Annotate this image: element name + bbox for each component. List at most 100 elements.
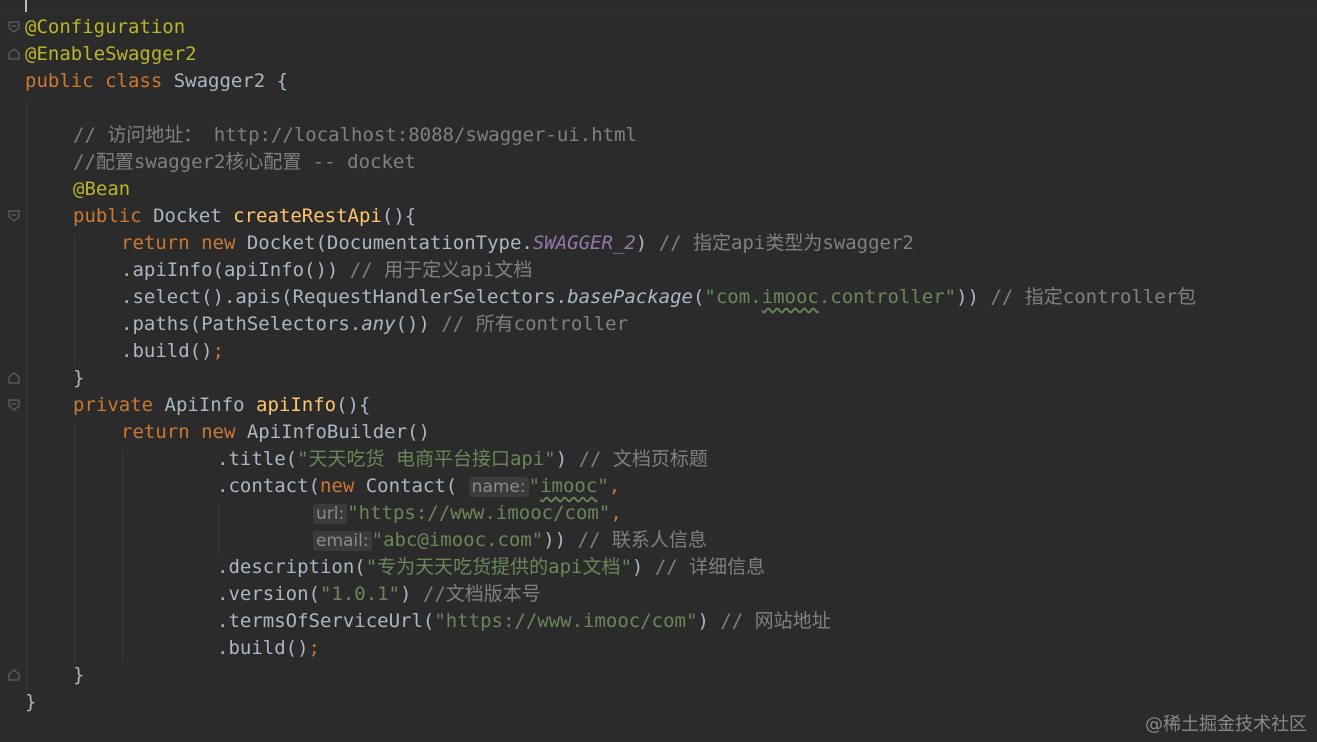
code-editor[interactable]: @Configuration @EnableSwagger2 public cl… — [0, 0, 1317, 742]
code-text: .description( — [217, 556, 366, 578]
annotation: @Bean — [73, 178, 131, 200]
parameter-hint: email: — [313, 531, 372, 551]
code-text: Docket(DocumentationType. — [235, 232, 533, 254]
indent-guide — [218, 505, 219, 555]
code-text: .apiInfo(apiInfo()) — [121, 259, 350, 281]
class-declaration: Swagger2 { — [162, 70, 289, 92]
code-line[interactable]: return new ApiInfoBuilder() — [121, 419, 430, 446]
code-text: )) — [543, 529, 578, 551]
code-line[interactable]: } — [25, 689, 36, 716]
closing-brace: } — [73, 367, 85, 389]
static-method: basePackage — [567, 286, 693, 308]
code-line[interactable]: @EnableSwagger2 — [25, 41, 197, 68]
string-literal: " — [528, 475, 541, 497]
string-literal: "天天吃货 电商平台接口api" — [297, 448, 556, 470]
code-line[interactable]: .apiInfo(apiInfo()) // 用于定义api文档 — [121, 257, 532, 284]
parameter-hint: url: — [313, 504, 348, 524]
code-text: .version( — [217, 583, 320, 605]
keyword: return — [121, 421, 190, 443]
code-text: .build() — [217, 637, 309, 659]
code-text: ()) — [395, 313, 442, 335]
code-line[interactable]: email: "abc@imooc.com")) // 联系人信息 — [313, 527, 707, 554]
code-text: ( — [692, 286, 705, 308]
code-line[interactable]: .title("天天吃货 电商平台接口api") // 文档页标题 — [217, 446, 708, 473]
code-text: (){ — [336, 394, 371, 416]
code-line[interactable]: //配置swagger2核心配置 -- docket — [73, 149, 416, 176]
code-line[interactable]: .description("专为天天吃货提供的api文档") // 详细信息 — [217, 554, 765, 581]
code-line[interactable]: url: "https://www.imooc/com", — [313, 500, 622, 527]
string-literal: "https://www.imooc/com" — [347, 502, 611, 524]
comma: , — [608, 475, 621, 497]
code-line[interactable]: } — [73, 365, 84, 392]
string-literal: " — [597, 475, 609, 497]
comment: //配置swagger2核心配置 -- docket — [73, 151, 416, 173]
code-text: .termsOfServiceUrl( — [217, 610, 435, 632]
keyword: new — [201, 421, 236, 443]
code-text: .select().apis(RequestHandlerSelectors. — [121, 286, 568, 308]
comment: // 访问地址： http://localhost:8088/swagger-u… — [73, 124, 637, 146]
indent-guide — [74, 235, 75, 365]
code-line[interactable]: .contact(new Contact( name: "imooc", — [217, 473, 620, 500]
string-literal: .controller" — [818, 286, 957, 308]
closing-brace: } — [25, 691, 37, 713]
type-name: Docket — [141, 205, 234, 227]
code-text: ) — [631, 556, 655, 578]
code-text: .paths(PathSelectors. — [121, 313, 362, 335]
closing-brace: } — [73, 664, 85, 686]
keyword: new — [201, 232, 236, 254]
code-line[interactable]: @Bean — [73, 176, 130, 203]
code-line[interactable]: .select().apis(RequestHandlerSelectors.b… — [121, 284, 1196, 311]
indent-guide — [26, 100, 27, 690]
constant: SWAGGER_2 — [532, 232, 636, 254]
typo-underline: imooc — [540, 475, 598, 497]
parameter-hint: name: — [468, 477, 529, 497]
code-line[interactable]: public Docket createRestApi(){ — [73, 203, 416, 230]
code-line[interactable]: return new Docket(DocumentationType.SWAG… — [121, 230, 914, 257]
keyword: new — [319, 475, 355, 497]
comment: // 文档页标题 — [578, 448, 708, 470]
code-text: ) — [635, 232, 659, 254]
code-text: Contact( — [354, 475, 469, 497]
code-line[interactable]: // 访问地址： http://localhost:8088/swagger-u… — [73, 122, 637, 149]
code-line[interactable]: public class Swagger2 { — [25, 68, 288, 95]
fold-collapse-icon[interactable] — [7, 20, 21, 34]
code-text: .contact( — [217, 475, 320, 497]
method-name: createRestApi — [233, 205, 382, 227]
code-line[interactable]: .version("1.0.1") //文档版本号 — [217, 581, 541, 608]
code-line[interactable]: .build(); — [217, 635, 320, 662]
keyword: return — [121, 232, 190, 254]
fold-end-icon[interactable] — [7, 371, 21, 385]
comment: // 用于定义api文档 — [349, 259, 533, 281]
code-line[interactable]: private ApiInfo apiInfo(){ — [73, 392, 370, 419]
fold-end-icon[interactable] — [7, 668, 21, 682]
code-line[interactable]: .termsOfServiceUrl("https://www.imooc/co… — [217, 608, 831, 635]
code-text: .build() — [121, 340, 213, 362]
code-line[interactable]: } — [73, 662, 84, 689]
indent-guide — [122, 451, 123, 661]
fold-end-icon[interactable] — [7, 47, 21, 61]
comment: //文档版本号 — [422, 583, 541, 605]
code-line[interactable]: .build(); — [121, 338, 224, 365]
string-literal: "https://www.imooc/com" — [434, 610, 698, 632]
editor-gutter — [0, 0, 22, 742]
code-text: ) — [697, 610, 721, 632]
code-text: (){ — [381, 205, 417, 227]
code-text: ) — [555, 448, 579, 470]
semicolon: ; — [212, 340, 224, 362]
comment: // 联系人信息 — [577, 529, 707, 551]
string-literal: "专为天天吃货提供的api文档" — [365, 556, 632, 578]
code-line[interactable]: @Configuration — [25, 14, 185, 41]
string-literal: "abc@imooc.com" — [371, 529, 544, 551]
type-name: ApiInfo — [153, 394, 257, 416]
comment: // 指定controller包 — [990, 286, 1197, 308]
comment: // 详细信息 — [654, 556, 766, 578]
fold-collapse-icon[interactable] — [7, 398, 21, 412]
code-text: .title( — [217, 448, 298, 470]
fold-collapse-icon[interactable] — [7, 209, 21, 223]
keyword: public — [73, 205, 142, 227]
keyword: private — [73, 394, 154, 416]
code-line[interactable]: .paths(PathSelectors.any()) // 所有control… — [121, 311, 628, 338]
keyword: public — [25, 70, 94, 92]
indent-guide — [74, 424, 75, 664]
comma: , — [610, 502, 622, 524]
